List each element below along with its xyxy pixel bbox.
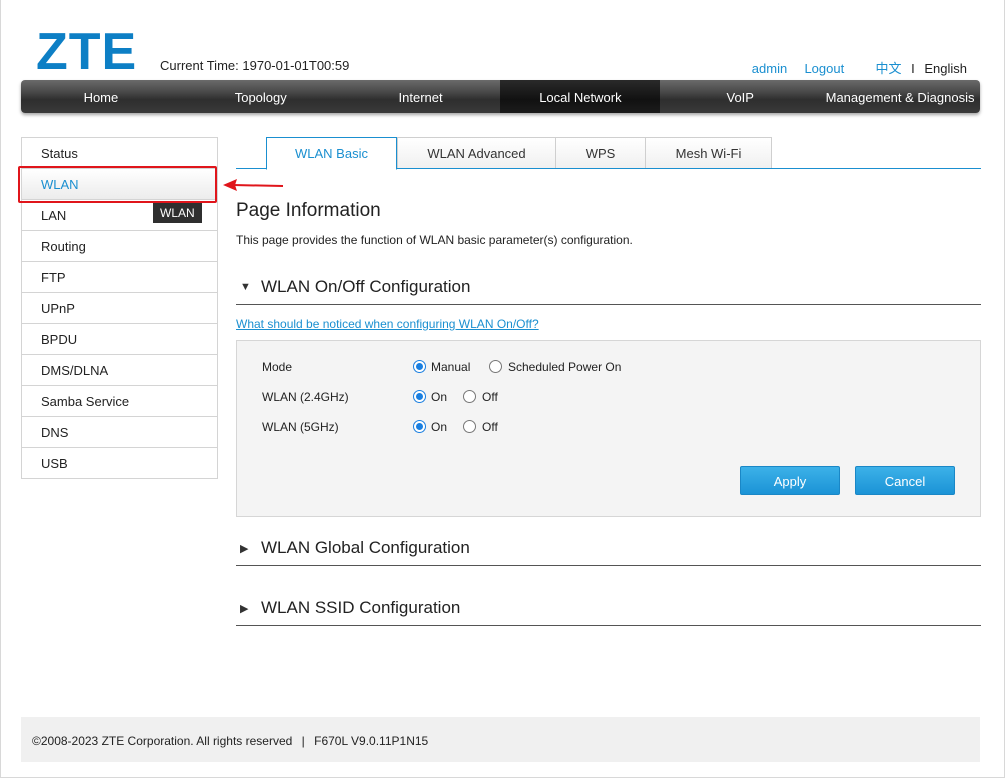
top-links: admin Logout 中文 I English <box>752 58 967 77</box>
wlan5-on-radio[interactable] <box>413 420 426 433</box>
mode-scheduled-label: Scheduled Power On <box>508 360 622 374</box>
nav-local-network[interactable]: Local Network <box>500 80 661 113</box>
zte-logo: ZTE <box>36 23 138 81</box>
sidebar-item-wlan[interactable]: WLAN <box>22 169 217 200</box>
language-english-link[interactable]: English <box>924 61 967 76</box>
wlan-onoff-panel: Mode Manual Scheduled Power On WLAN (2.4… <box>236 340 981 517</box>
sidebar-item-samba-service[interactable]: Samba Service <box>22 386 217 417</box>
nav-voip[interactable]: VoIP <box>660 80 820 113</box>
firmware-version: F670L V9.0.11P1N15 <box>314 734 429 748</box>
sidebar-item-bpdu[interactable]: BPDU <box>22 324 217 355</box>
sidebar-item-ftp[interactable]: FTP <box>22 262 217 293</box>
footer-separator: | <box>301 734 305 748</box>
sidebar-item-dns[interactable]: DNS <box>22 417 217 448</box>
expand-triangle-icon: ▶ <box>240 603 249 615</box>
admin-link[interactable]: admin <box>752 61 787 76</box>
tab-mesh-wifi[interactable]: Mesh Wi-Fi <box>645 137 772 168</box>
main-navbar: Home Topology Internet Local Network VoI… <box>21 80 980 113</box>
section-wlan-onoff[interactable]: ▼ WLAN On/Off Configuration <box>236 274 981 305</box>
sidebar-item-usb[interactable]: USB <box>22 448 217 479</box>
apply-button[interactable]: Apply <box>740 466 840 495</box>
sidebar-item-status[interactable]: Status <box>22 138 217 169</box>
wlan24-label: WLAN (2.4GHz) <box>262 390 349 404</box>
language-separator: I <box>911 61 915 76</box>
wlan24-on-label: On <box>431 390 448 404</box>
expand-triangle-icon: ▶ <box>240 543 249 555</box>
tab-wps[interactable]: WPS <box>555 137 646 168</box>
section-wlan-global[interactable]: ▶ WLAN Global Configuration <box>236 535 981 566</box>
nav-home[interactable]: Home <box>21 80 181 113</box>
collapse-triangle-icon: ▼ <box>240 281 251 293</box>
nav-topology[interactable]: Topology <box>181 80 341 113</box>
language-chinese-link[interactable]: 中文 <box>875 61 901 76</box>
help-link[interactable]: What should be noticed when configuring … <box>236 317 539 331</box>
sidebar-item-routing[interactable]: Routing <box>22 231 217 262</box>
nav-management-diagnosis[interactable]: Management & Diagnosis <box>820 80 980 113</box>
wlan5-off-label: Off <box>482 420 498 434</box>
current-time-value: 1970-01-01T00:59 <box>242 58 350 73</box>
page-title: Page Information <box>236 200 381 221</box>
page-description: This page provides the function of WLAN … <box>236 233 633 247</box>
section-wlan-ssid[interactable]: ▶ WLAN SSID Configuration <box>236 595 981 626</box>
sidebar: Status WLAN LAN Routing FTP UPnP BPDU DM… <box>21 137 218 479</box>
sidebar-item-upnp[interactable]: UPnP <box>22 293 217 324</box>
wlan5-off-radio[interactable] <box>463 420 476 433</box>
logout-link[interactable]: Logout <box>804 61 844 76</box>
cancel-button[interactable]: Cancel <box>855 466 955 495</box>
current-time-label: Current Time: <box>160 58 239 73</box>
nav-internet[interactable]: Internet <box>341 80 501 113</box>
copyright-text: ©2008-2023 ZTE Corporation. All rights r… <box>32 734 293 748</box>
section-title: WLAN On/Off Configuration <box>261 277 471 296</box>
footer: ©2008-2023 ZTE Corporation. All rights r… <box>21 717 980 762</box>
wlan24-on-radio[interactable] <box>413 390 426 403</box>
tab-bar: WLAN Basic WLAN Advanced WPS Mesh Wi-Fi <box>236 137 981 170</box>
mode-label: Mode <box>262 360 293 374</box>
mode-scheduled-radio[interactable] <box>489 360 502 373</box>
red-arrow-icon <box>223 179 284 191</box>
tab-wlan-advanced[interactable]: WLAN Advanced <box>397 137 556 168</box>
section-title: WLAN Global Configuration <box>261 538 470 557</box>
current-time: Current Time: 1970-01-01T00:59 <box>160 58 349 73</box>
section-title: WLAN SSID Configuration <box>261 598 461 617</box>
sidebar-item-dms-dlna[interactable]: DMS/DLNA <box>22 355 217 386</box>
footer-text: ©2008-2023 ZTE Corporation. All rights r… <box>32 734 428 748</box>
wlan5-label: WLAN (5GHz) <box>262 420 339 434</box>
wlan-tooltip: WLAN <box>153 203 202 223</box>
wlan5-on-label: On <box>431 420 448 434</box>
tab-wlan-basic[interactable]: WLAN Basic <box>266 137 397 170</box>
wlan24-off-radio[interactable] <box>463 390 476 403</box>
mode-manual-radio[interactable] <box>413 360 426 373</box>
mode-manual-label: Manual <box>431 360 471 374</box>
wlan24-off-label: Off <box>482 390 498 404</box>
